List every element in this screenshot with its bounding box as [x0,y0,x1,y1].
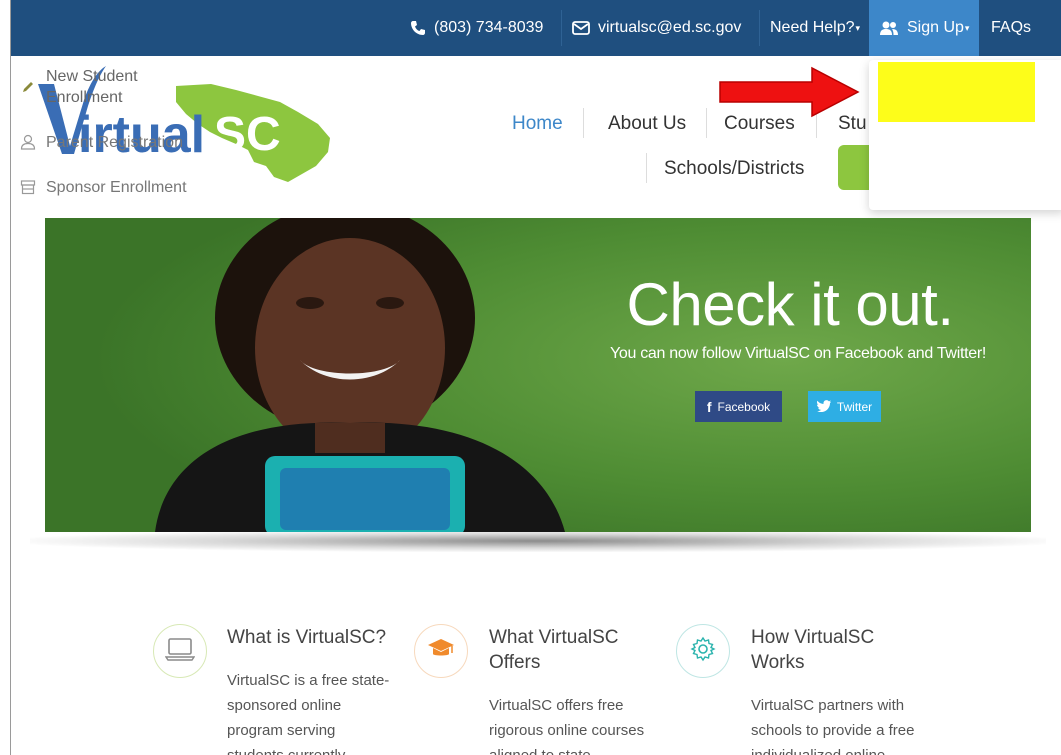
phone-text: (803) 734-8039 [434,19,544,36]
feature-title-what-is: What is VirtualSC? [227,627,387,648]
feature-title-offers-line1: What VirtualSC [489,627,619,648]
feature-text-line: schools to provide a free [751,722,915,739]
topbar-divider [561,10,562,46]
need-help-text: Need Help? [770,19,855,36]
feature-text-line: students currently [227,743,345,755]
sign-up-text: Sign Up [907,19,964,36]
phone-link[interactable]: (803) 734-8039 [410,0,543,56]
twitter-icon [816,399,832,415]
caret-down-icon: ▾ [855,22,861,33]
faqs-text: FAQs [991,19,1032,36]
red-arrow-annotation [719,66,860,118]
hero-subtitle: You can now follow VirtualSC on Facebook… [609,345,987,362]
menu-item-label: Parent Registration [46,134,183,151]
pencil-icon [16,80,40,94]
new-student-line2: Enrollment [46,89,123,106]
gear-icon [690,636,716,667]
nav-divider [706,108,707,138]
facebook-button[interactable]: f Facebook [695,391,782,422]
topbar-divider [759,10,760,46]
feature-text-line: VirtualSC offers free [489,697,624,714]
new-student-line1: New Student [46,68,138,85]
nav-schools-districts[interactable]: Schools/Districts [664,158,804,180]
feature-icon-circle [153,624,207,678]
sign-up-menu[interactable]: Sign Up ▾ [869,0,979,56]
feature-title-works-line1: How VirtualSC [751,627,875,648]
nav-about-us[interactable]: About Us [608,113,686,135]
phone-icon [410,20,426,36]
faqs-link[interactable]: FAQs [991,0,1031,56]
feature-text-line: individualized online [751,743,885,755]
email-link[interactable]: virtualsc@ed.sc.gov [572,0,741,56]
feature-text-line: program serving [227,722,336,739]
feature-text-line: sponsored online [227,697,342,714]
envelope-icon [572,21,590,35]
store-icon [16,179,40,195]
feature-title-works-line2: Works [751,652,805,673]
feature-text-line: VirtualSC partners with [751,697,905,714]
logo-sc-letters: SC [214,108,281,161]
twitter-label: Twitter [836,399,873,414]
laptop-icon [164,637,196,666]
menu-item-sponsor-enrollment[interactable]: Sponsor Enrollment [0,179,196,197]
user-icon [16,134,40,150]
nav-divider [646,153,647,183]
facebook-icon: f [706,398,712,415]
email-text: virtualsc@ed.sc.gov [598,19,742,36]
yellow-highlight [878,62,1035,122]
facebook-label: Facebook [717,399,771,414]
menu-item-new-student-enrollment[interactable]: New Student Enrollment [0,66,196,108]
hero-photo [45,218,1031,532]
feature-text-line: rigorous online courses [489,722,645,739]
feature-icon-circle [676,624,730,678]
hero-shadow [30,530,1046,552]
hero-banner [45,218,1031,532]
caret-down-icon: ▾ [964,22,970,33]
feature-text-line: VirtualSC is a free state- [227,672,390,689]
graduation-cap-icon [427,638,455,665]
feature-title-offers-line2: Offers [489,652,541,673]
users-icon [879,20,899,36]
menu-item-label: Sponsor Enrollment [46,179,187,196]
feature-icon-circle [414,624,468,678]
nav-divider [583,108,584,138]
menu-item-parent-registration[interactable]: Parent Registration [0,134,196,152]
twitter-button[interactable]: Twitter [808,391,881,422]
nav-home[interactable]: Home [512,113,563,135]
need-help-menu[interactable]: Need Help? ▾ [770,0,860,56]
window-left-border [10,0,11,755]
menu-item-label: New Student Enrollment [46,66,138,108]
feature-text-line: aligned to state [489,743,591,755]
hero-title: Check it out. [626,271,955,338]
